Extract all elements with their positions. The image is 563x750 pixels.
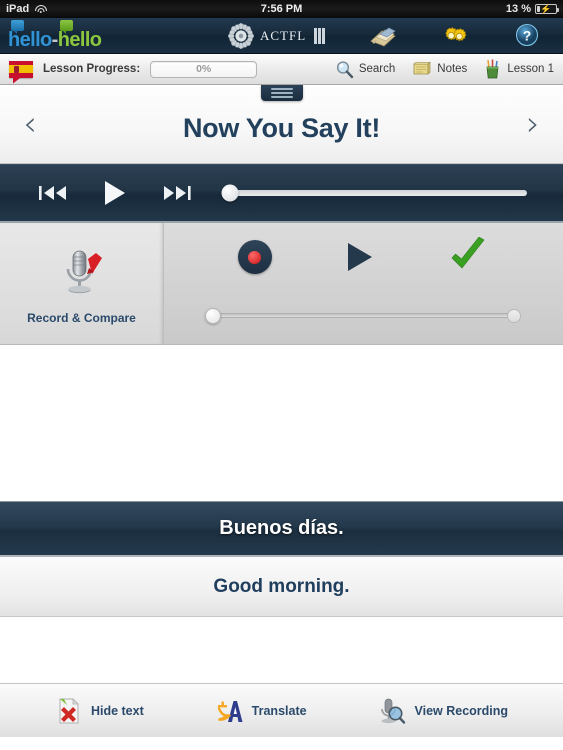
hide-text-icon <box>55 696 83 726</box>
wifi-icon <box>34 4 47 14</box>
notes-label: Notes <box>437 63 468 75</box>
lesson-button[interactable]: Lesson 1 <box>483 59 554 80</box>
hide-text-button[interactable]: Hide text <box>55 696 144 726</box>
content-blank-area <box>0 345 563 501</box>
recording-scrubber-end <box>507 308 521 323</box>
recording-scrubber-knob[interactable] <box>205 307 221 324</box>
drawer-handle-icon[interactable] <box>260 85 303 101</box>
view-recording-button[interactable]: View Recording <box>376 696 508 726</box>
spanish-flag-icon <box>9 60 33 84</box>
microphone-check-icon <box>51 243 113 305</box>
prev-activity-button[interactable]: ‹ <box>0 104 60 144</box>
carrier-label: iPad <box>6 3 30 15</box>
translate-label: Translate <box>251 703 307 718</box>
actfl-label: ACTFL <box>260 27 307 43</box>
actfl-badge: ACTFL <box>228 22 325 49</box>
logo-wordmark: hello-hello <box>8 30 102 50</box>
translate-button[interactable]: Translate <box>214 696 307 726</box>
lesson-toolbar: Lesson Progress: 0% Search Notes Lesson … <box>0 54 563 85</box>
recording-scrubber[interactable] <box>205 307 521 324</box>
record-compare-label: Record & Compare <box>27 310 136 325</box>
record-buttons-row <box>164 223 563 277</box>
next-activity-button[interactable]: › <box>503 104 563 144</box>
skip-previous-icon[interactable] <box>22 182 84 204</box>
header-button-group: ? <box>347 18 563 54</box>
ipad-app-screen: iPad 7:56 PM 13 % ⚡ hello-hello ACTFL ? … <box>0 0 563 750</box>
actfl-starburst-icon <box>228 22 254 49</box>
gears-icon[interactable] <box>419 18 491 54</box>
search-button[interactable]: Search <box>335 60 395 79</box>
native-phrase-text: Good morning. <box>213 575 350 597</box>
hello-hello-logo[interactable]: hello-hello <box>0 20 102 50</box>
pencil-cup-icon <box>483 59 502 80</box>
skip-next-icon[interactable] <box>146 182 208 204</box>
magnifier-icon <box>335 60 354 79</box>
lesson-label: Lesson 1 <box>507 63 554 75</box>
audio-scrubber[interactable] <box>221 184 527 201</box>
bottom-toolbar: Hide text Translate View Recording <box>0 683 563 737</box>
actfl-bars-icon <box>314 27 325 44</box>
status-bar-clock: 7:56 PM <box>260 3 303 15</box>
help-question-icon[interactable]: ? <box>491 18 563 54</box>
record-compare-section: Record & Compare <box>0 223 563 345</box>
target-phrase-text: Buenos días. <box>219 517 344 539</box>
search-label: Search <box>358 63 396 75</box>
toolbar-actions: Search Notes Lesson 1 <box>335 59 554 80</box>
target-phrase-band[interactable]: Buenos días. <box>0 501 563 557</box>
green-check-icon[interactable] <box>446 237 490 277</box>
view-recording-label: View Recording <box>414 703 509 718</box>
battery-charging-icon: ⚡ <box>535 4 559 14</box>
translate-icon <box>214 696 244 726</box>
audio-scrubber-knob[interactable] <box>221 184 239 201</box>
ios-status-bar: iPad 7:56 PM 13 % ⚡ <box>0 0 563 18</box>
hide-text-label: Hide text <box>90 703 144 718</box>
book-icon[interactable] <box>347 18 419 54</box>
play-icon[interactable] <box>84 178 146 208</box>
status-bar-right: 13 % ⚡ <box>505 3 559 15</box>
notepad-icon <box>411 60 432 79</box>
record-compare-panel[interactable]: Record & Compare <box>0 223 164 344</box>
title-section: ‹ Now You Say It! › <box>0 85 563 164</box>
svg-text:?: ? <box>523 27 532 43</box>
battery-percent-label: 13 % <box>505 3 531 15</box>
status-bar-left: iPad <box>6 3 47 15</box>
record-controls-panel <box>164 223 563 344</box>
page-title: Now You Say It! <box>182 112 381 143</box>
playback-play-icon[interactable] <box>339 239 379 275</box>
bottom-blank-area <box>0 617 563 683</box>
view-recording-icon <box>376 696 406 726</box>
native-phrase-band[interactable]: Good morning. <box>0 557 563 617</box>
lesson-progress-bar: 0% <box>150 60 258 78</box>
record-icon[interactable] <box>237 240 272 274</box>
logo-bubbles-icon <box>11 20 73 34</box>
audio-player-bar <box>0 164 563 223</box>
notes-button[interactable]: Notes <box>411 60 467 79</box>
app-header: hello-hello ACTFL ? <box>0 18 563 54</box>
lesson-progress-value: 0% <box>196 63 212 75</box>
lesson-progress-label: Lesson Progress: <box>43 63 141 75</box>
